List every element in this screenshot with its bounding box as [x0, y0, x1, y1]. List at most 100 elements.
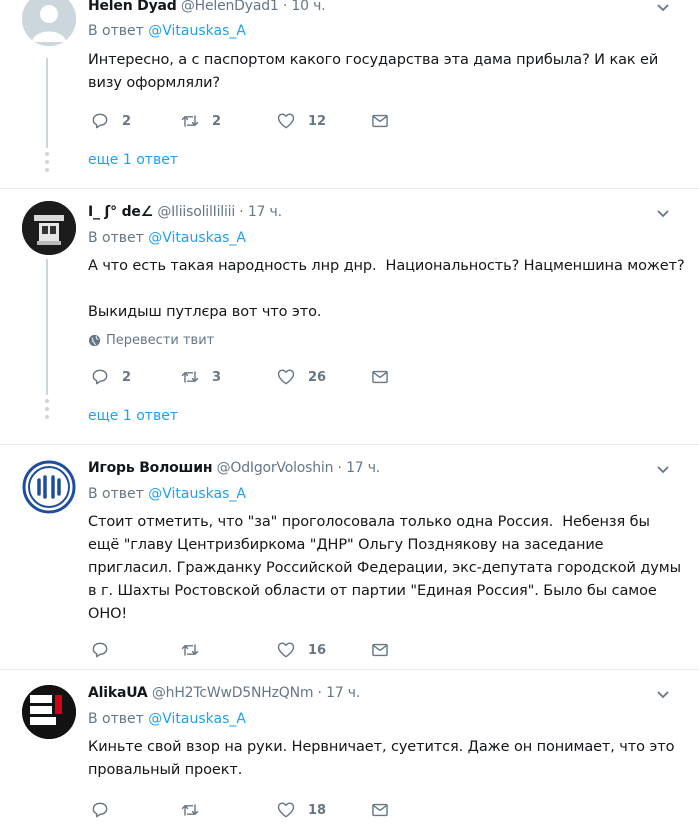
reply-icon — [92, 642, 108, 658]
retweet-button[interactable]: 3 — [180, 366, 221, 388]
tweet-text: Интересно, а с паспортом какого государс… — [88, 52, 659, 91]
thread-line — [46, 259, 48, 395]
chevron-down-icon[interactable] — [655, 462, 671, 478]
retweet-button[interactable]: 2 — [180, 110, 221, 132]
heart-icon — [277, 113, 295, 129]
timestamp[interactable]: 10 ч. — [291, 0, 325, 14]
reply-to-link[interactable]: @Vitauskas_A — [148, 711, 246, 727]
author-name[interactable]: AlikaUA — [88, 685, 148, 701]
avatar[interactable] — [22, 685, 76, 739]
like-count: 26 — [308, 369, 327, 385]
show-more-replies-link[interactable]: еще 1 ответ — [88, 408, 178, 424]
avatar[interactable] — [22, 201, 76, 255]
reply-to-link[interactable]: @Vitauskas_A — [148, 230, 246, 246]
like-button[interactable]: 26 — [276, 366, 326, 388]
translate-label: Перевести твит — [106, 333, 215, 348]
heart-icon — [277, 802, 295, 818]
retweet-icon — [181, 644, 199, 656]
tweet-text: Киньте свой взор на руки. Нервничает, су… — [88, 739, 675, 778]
reply-icon — [92, 369, 108, 385]
reply-prefix: В ответ — [88, 23, 144, 39]
tweet[interactable]: I_ ʃ° de∠ @IliisolilIiliii · 17 ч. В отв… — [0, 189, 699, 445]
retweet-count: 2 — [212, 113, 222, 129]
tweet[interactable]: AlikaUA @hH2TcWwD5NHzQNm · 17 ч. В ответ… — [0, 670, 699, 835]
separator: · — [239, 204, 244, 220]
envelope-icon — [372, 114, 388, 128]
default-avatar-icon — [22, 0, 76, 46]
reply-button[interactable]: 2 — [90, 366, 131, 388]
retweet-icon — [181, 115, 199, 127]
reply-prefix: В ответ — [88, 486, 144, 502]
author-name[interactable]: I_ ʃ° de∠ — [88, 204, 153, 220]
thread-dots — [45, 152, 49, 176]
retweet-button[interactable] — [180, 639, 212, 661]
reply-button[interactable] — [90, 799, 122, 821]
retweet-button[interactable] — [180, 799, 212, 821]
reply-prefix: В ответ — [88, 711, 144, 727]
direct-message-button[interactable] — [370, 639, 390, 661]
heart-icon — [277, 642, 295, 658]
like-button[interactable]: 12 — [276, 110, 326, 132]
envelope-icon — [372, 803, 388, 817]
avatar[interactable] — [22, 0, 76, 46]
reply-context: В ответ @Vitauskas_A — [88, 486, 246, 502]
reply-context: В ответ @Vitauskas_A — [88, 230, 246, 246]
direct-message-button[interactable] — [370, 110, 390, 132]
translate-tweet-link[interactable]: Перевести твит — [88, 333, 214, 348]
separator: · — [282, 0, 288, 14]
tweet-header: I_ ʃ° de∠ @IliisolilIiliii · 17 ч. — [88, 204, 282, 220]
timestamp[interactable]: 17 ч. — [248, 204, 282, 220]
thread-line — [46, 58, 48, 148]
like-count: 18 — [308, 802, 327, 818]
retweet-icon — [181, 371, 199, 383]
separator: · — [317, 685, 322, 701]
like-button[interactable]: 18 — [276, 799, 326, 821]
like-button[interactable]: 16 — [276, 639, 326, 661]
tweet-header: Helen Dyad @HelenDyad1 · 10 ч. — [88, 0, 326, 14]
chevron-down-icon[interactable] — [655, 0, 671, 16]
reply-prefix: В ответ — [88, 230, 144, 246]
reply-count: 2 — [122, 369, 132, 385]
envelope-icon — [372, 370, 388, 384]
tweet-text: А что есть такая народность лнр днр. Нац… — [88, 258, 685, 320]
retweet-count: 3 — [212, 369, 222, 385]
blue-logo-avatar-icon — [22, 460, 76, 514]
tweet[interactable]: Игорь Волошин @OdIgorVoloshin · 17 ч. В … — [0, 445, 699, 670]
show-more-replies-link[interactable]: еще 1 ответ — [88, 152, 178, 168]
separator: · — [337, 460, 342, 476]
author-handle[interactable]: @IliisolilIiliii — [157, 204, 235, 220]
save-oleg-sentsov-avatar-icon — [22, 685, 76, 739]
tweet-actions: 18 — [90, 799, 420, 821]
author-handle[interactable]: @HelenDyad1 — [181, 0, 279, 14]
reply-context: В ответ @Vitauskas_A — [88, 23, 246, 39]
tweet-actions: 16 — [90, 639, 420, 661]
tweet-actions: 2 3 26 — [90, 366, 420, 388]
reply-icon — [92, 802, 108, 818]
tweet-actions: 2 2 12 — [90, 110, 420, 132]
envelope-icon — [372, 643, 388, 657]
reply-button[interactable] — [90, 639, 122, 661]
timestamp[interactable]: 17 ч. — [326, 685, 360, 701]
heart-icon — [277, 369, 295, 385]
globe-icon — [88, 334, 101, 347]
tweet-header: Игорь Волошин @OdIgorVoloshin · 17 ч. — [88, 460, 380, 476]
thread-dots — [45, 399, 49, 423]
direct-message-button[interactable] — [370, 366, 390, 388]
tweet-header: AlikaUA @hH2TcWwD5NHzQNm · 17 ч. — [88, 685, 360, 701]
author-name[interactable]: Игорь Волошин — [88, 460, 213, 476]
reply-icon — [92, 113, 108, 129]
tweet[interactable]: Helen Dyad @HelenDyad1 · 10 ч. В ответ @… — [0, 0, 699, 189]
tweet-text: Стоит отметить, что "за" проголосовала т… — [88, 514, 681, 622]
author-name[interactable]: Helen Dyad — [88, 0, 177, 14]
reply-to-link[interactable]: @Vitauskas_A — [148, 23, 246, 39]
direct-message-button[interactable] — [370, 799, 390, 821]
reply-button[interactable]: 2 — [90, 110, 131, 132]
author-handle[interactable]: @OdIgorVoloshin — [217, 460, 334, 476]
chevron-down-icon[interactable] — [655, 206, 671, 222]
avatar[interactable] — [22, 460, 76, 514]
author-handle[interactable]: @hH2TcWwD5NHzQNm — [152, 685, 314, 701]
reply-count: 2 — [122, 113, 132, 129]
chevron-down-icon[interactable] — [655, 687, 671, 703]
timestamp[interactable]: 17 ч. — [346, 460, 380, 476]
reply-to-link[interactable]: @Vitauskas_A — [148, 486, 246, 502]
